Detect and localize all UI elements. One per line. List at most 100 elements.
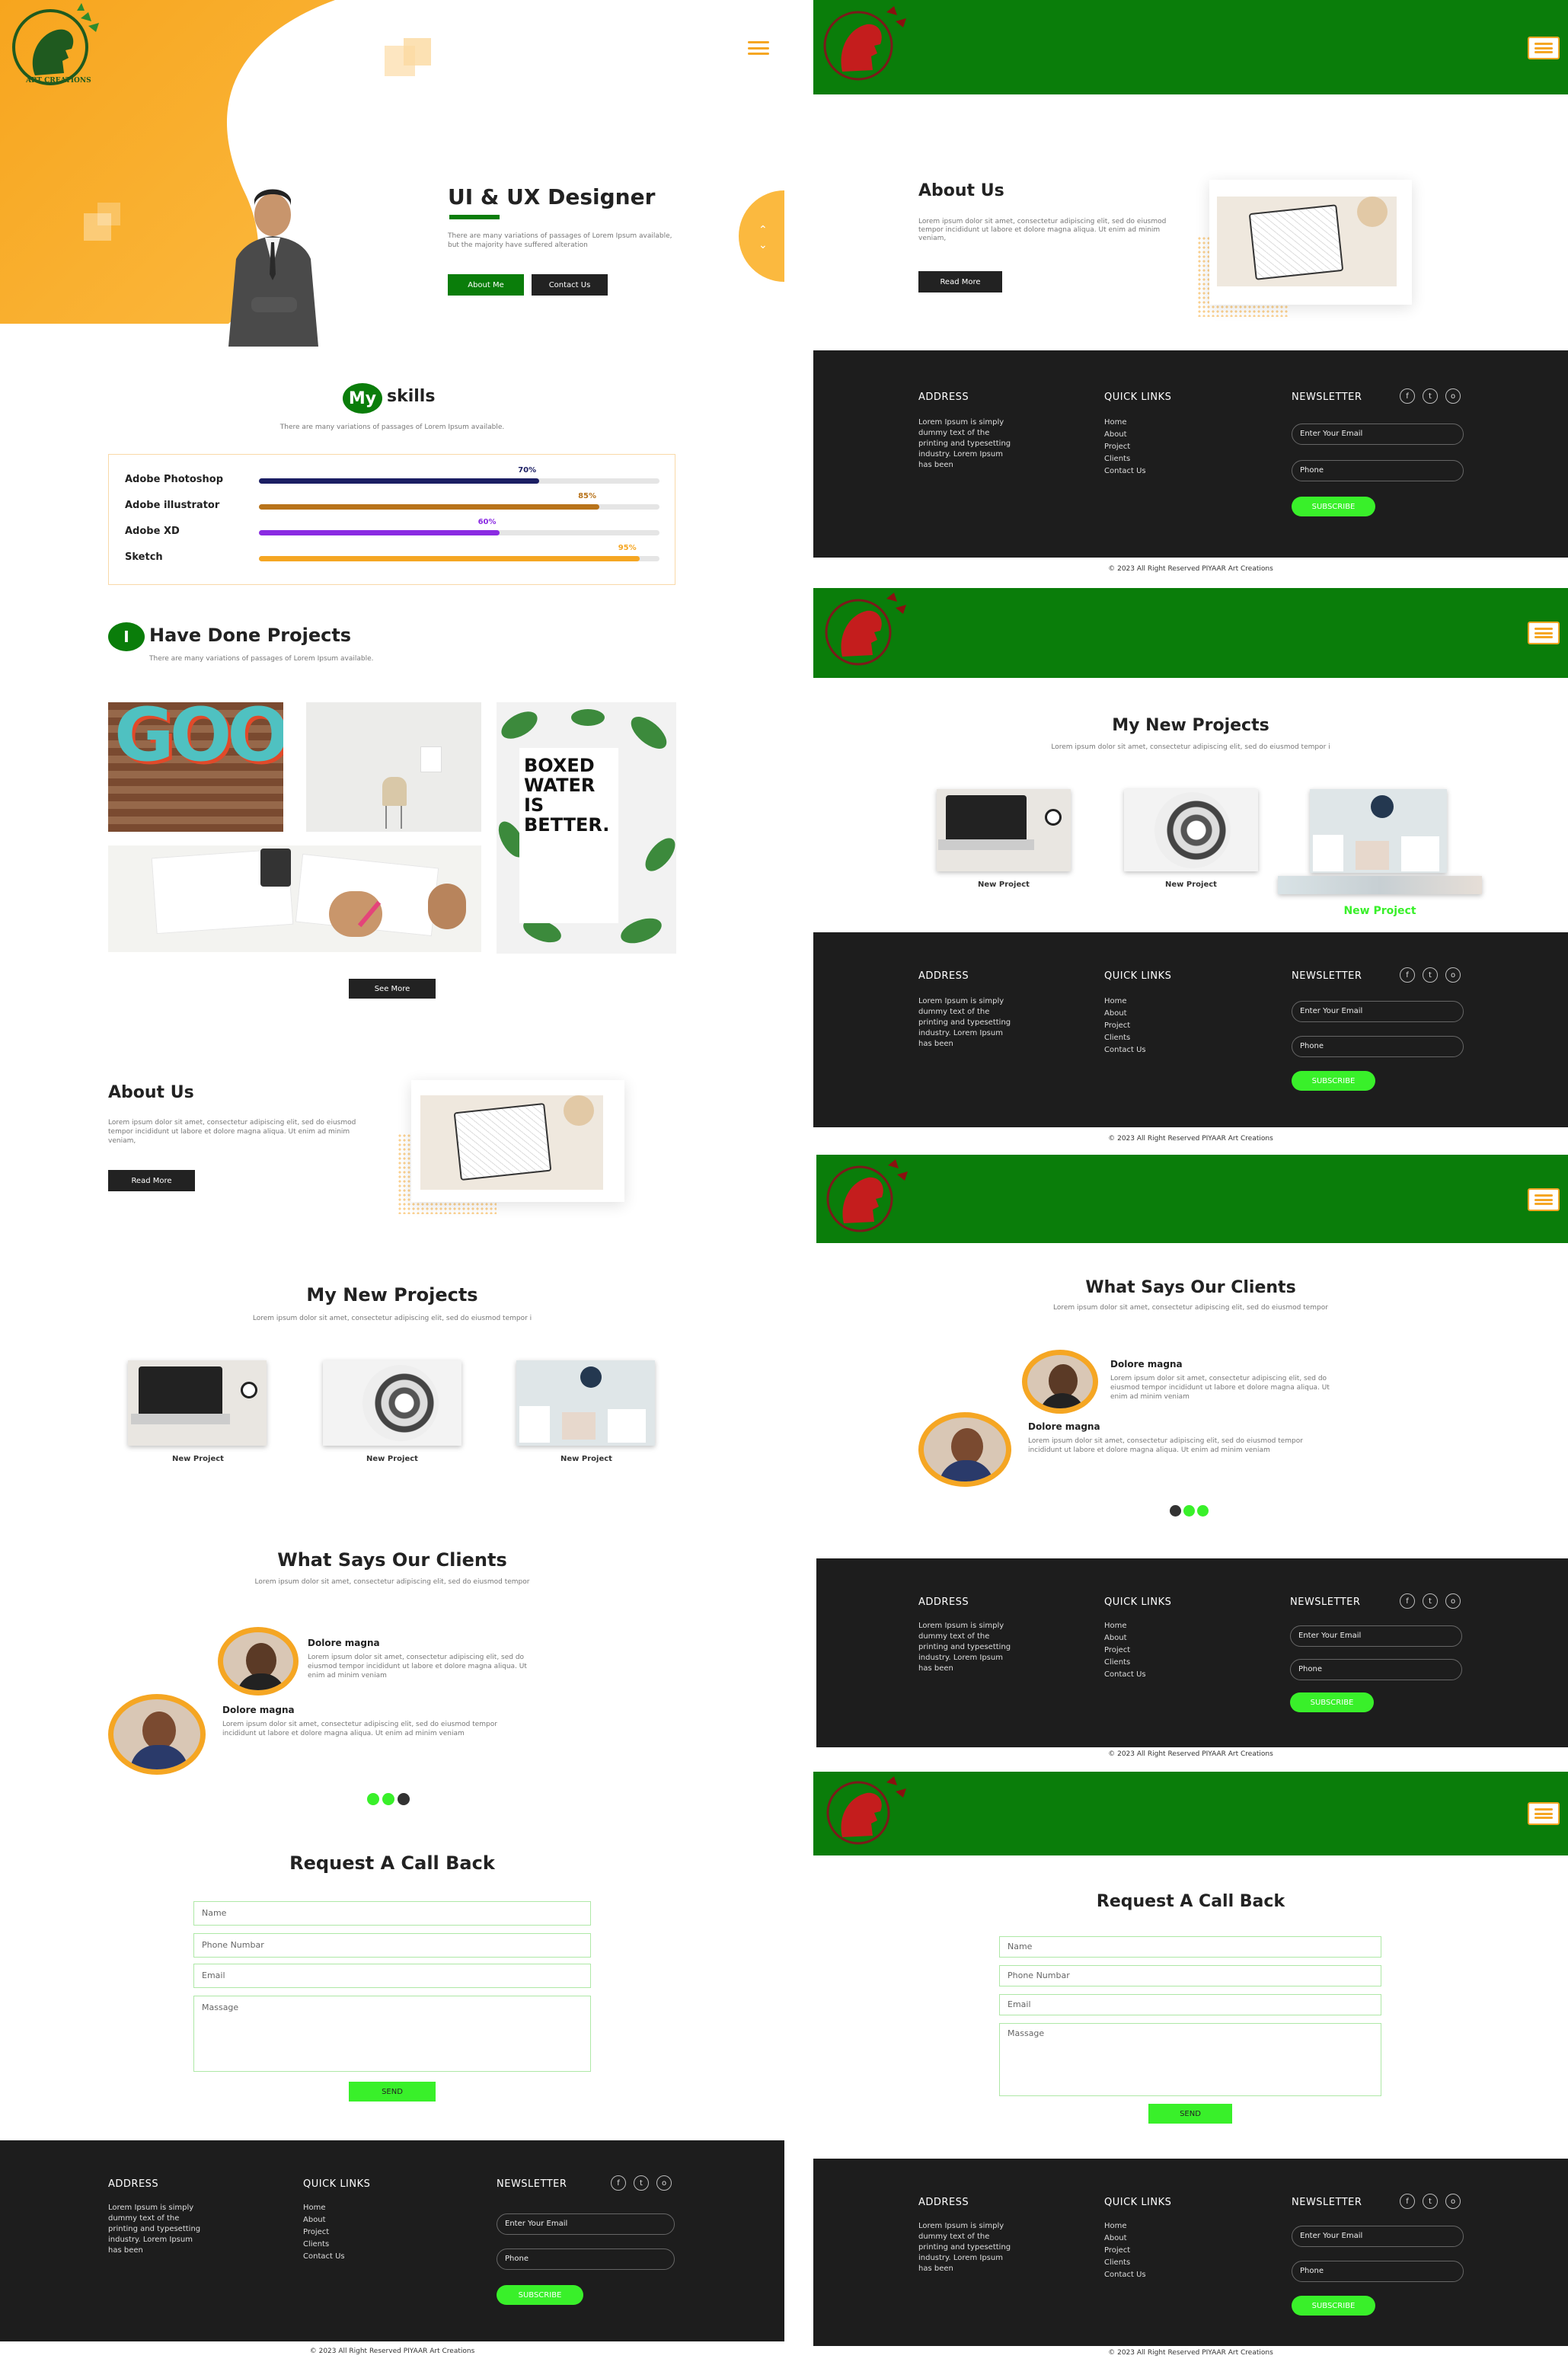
footer-link-about[interactable]: About: [1104, 1008, 1127, 1019]
footer-link-contact[interactable]: Contact Us: [303, 2252, 345, 2262]
newsletter-email-input[interactable]: Enter Your Email: [1292, 2226, 1464, 2247]
twitter-icon[interactable]: t: [1423, 967, 1438, 983]
twitter-icon[interactable]: t: [1423, 2194, 1438, 2209]
email-field[interactable]: Email: [999, 1994, 1381, 2015]
instagram-icon[interactable]: o: [1445, 388, 1461, 404]
footer-link-about[interactable]: About: [1104, 2233, 1127, 2244]
newsletter-phone-input[interactable]: Phone: [1292, 2261, 1464, 2282]
carousel-dot[interactable]: [1197, 1505, 1209, 1517]
footer-link-contact[interactable]: Contact Us: [1104, 1670, 1146, 1680]
footer-link-contact[interactable]: Contact Us: [1104, 466, 1146, 477]
phone-field[interactable]: Phone Numbar: [193, 1933, 591, 1958]
subscribe-button[interactable]: SUBSCRIBE: [1290, 1692, 1374, 1712]
subscribe-button[interactable]: SUBSCRIBE: [497, 2285, 583, 2305]
message-field[interactable]: Massage: [193, 1996, 591, 2072]
footer-link-home[interactable]: Home: [1104, 2221, 1127, 2232]
project-thumb-office[interactable]: [1310, 789, 1447, 873]
name-field[interactable]: Name: [193, 1901, 591, 1926]
see-more-button[interactable]: See More: [349, 979, 436, 999]
facebook-icon[interactable]: f: [1400, 388, 1415, 404]
scroll-control[interactable]: [739, 190, 784, 282]
menu-icon[interactable]: [1528, 37, 1560, 59]
subscribe-button[interactable]: SUBSCRIBE: [1292, 2296, 1375, 2316]
newsletter-phone-input[interactable]: Phone: [497, 2249, 675, 2270]
project-thumb-office[interactable]: [516, 1360, 655, 1446]
footer-link-home[interactable]: Home: [1104, 1621, 1127, 1632]
facebook-icon[interactable]: f: [1400, 2194, 1415, 2209]
project-thumb-spiral[interactable]: [1124, 789, 1258, 871]
footer-link-project[interactable]: Project: [1104, 1645, 1130, 1656]
email-field[interactable]: Email: [193, 1964, 591, 1988]
facebook-icon[interactable]: f: [1400, 967, 1415, 983]
project-thumb-laptop[interactable]: [128, 1360, 267, 1446]
contact-us-button[interactable]: Contact Us: [532, 274, 608, 296]
menu-icon[interactable]: [1528, 622, 1560, 644]
footer-link-home[interactable]: Home: [1104, 417, 1127, 428]
gallery-image-good[interactable]: GOOD: [108, 702, 283, 832]
twitter-icon[interactable]: t: [1423, 388, 1438, 404]
footer-link-contact[interactable]: Contact Us: [1104, 2270, 1146, 2280]
instagram-icon[interactable]: o: [1445, 2194, 1461, 2209]
phone-field[interactable]: Phone Numbar: [999, 1965, 1381, 1986]
footer-link-about[interactable]: About: [1104, 1633, 1127, 1644]
footer-link-about[interactable]: About: [1104, 430, 1127, 440]
gallery-image-boxed-water[interactable]: BOXED WATER IS BETTER.: [497, 702, 676, 954]
newsletter-email-input[interactable]: Enter Your Email: [1292, 423, 1464, 445]
footer-link-home[interactable]: Home: [1104, 996, 1127, 1007]
footer-link-home[interactable]: Home: [303, 2203, 326, 2213]
logo-icon[interactable]: [818, 1156, 925, 1242]
twitter-icon[interactable]: t: [1423, 1593, 1438, 1609]
footer-link-project[interactable]: Project: [1104, 442, 1130, 452]
instagram-icon[interactable]: o: [1445, 967, 1461, 983]
subscribe-button[interactable]: SUBSCRIBE: [1292, 497, 1375, 516]
name-field[interactable]: Name: [999, 1936, 1381, 1958]
footer-link-clients[interactable]: Clients: [303, 2239, 329, 2250]
menu-icon[interactable]: [1528, 1802, 1560, 1825]
facebook-icon[interactable]: f: [611, 2175, 626, 2191]
read-more-button[interactable]: Read More: [918, 271, 1002, 292]
newsletter-phone-input[interactable]: Phone: [1292, 1036, 1464, 1057]
menu-icon[interactable]: [1528, 1188, 1560, 1211]
footer-link-clients[interactable]: Clients: [1104, 1657, 1130, 1668]
logo-icon[interactable]: [816, 2, 923, 93]
menu-icon[interactable]: [748, 41, 769, 55]
carousel-dot[interactable]: [1170, 1505, 1181, 1517]
newsletter-phone-input[interactable]: Phone: [1290, 1659, 1462, 1680]
carousel-dot[interactable]: [382, 1793, 394, 1805]
logo-icon[interactable]: [816, 590, 923, 676]
footer-link-project[interactable]: Project: [1104, 1021, 1130, 1031]
project-thumb-laptop[interactable]: [937, 789, 1071, 871]
instagram-icon[interactable]: o: [1445, 1593, 1461, 1609]
footer-link-clients[interactable]: Clients: [1104, 1033, 1130, 1044]
twitter-icon[interactable]: t: [634, 2175, 649, 2191]
instagram-icon[interactable]: o: [656, 2175, 672, 2191]
carousel-dot[interactable]: [367, 1793, 379, 1805]
chevron-up-icon[interactable]: ⌃: [758, 225, 768, 235]
footer-link-contact[interactable]: Contact Us: [1104, 1045, 1146, 1056]
chevron-down-icon[interactable]: ⌄: [758, 240, 768, 251]
carousel-dots[interactable]: [367, 1793, 410, 1805]
project-label-active[interactable]: New Project: [1278, 905, 1482, 917]
carousel-dots[interactable]: [1170, 1505, 1209, 1517]
logo-icon[interactable]: [816, 1773, 923, 1854]
footer-link-project[interactable]: Project: [1104, 2245, 1130, 2256]
carousel-dot[interactable]: [398, 1793, 410, 1805]
newsletter-email-input[interactable]: Enter Your Email: [1290, 1625, 1462, 1647]
send-button[interactable]: SEND: [1148, 2104, 1232, 2124]
carousel-dot[interactable]: [1183, 1505, 1195, 1517]
footer-link-clients[interactable]: Clients: [1104, 454, 1130, 465]
logo[interactable]: ART CREATIONS: [5, 3, 111, 87]
project-thumb-spiral[interactable]: [323, 1360, 461, 1446]
send-button[interactable]: SEND: [349, 2082, 436, 2102]
gallery-image-sketching[interactable]: [108, 845, 481, 952]
read-more-button[interactable]: Read More: [108, 1170, 195, 1191]
subscribe-button[interactable]: SUBSCRIBE: [1292, 1071, 1375, 1091]
gallery-image-desk[interactable]: [306, 702, 481, 832]
facebook-icon[interactable]: f: [1400, 1593, 1415, 1609]
footer-link-project[interactable]: Project: [303, 2227, 329, 2238]
footer-link-clients[interactable]: Clients: [1104, 2258, 1130, 2268]
footer-link-about[interactable]: About: [303, 2215, 326, 2226]
newsletter-email-input[interactable]: Enter Your Email: [1292, 1001, 1464, 1022]
newsletter-email-input[interactable]: Enter Your Email: [497, 2213, 675, 2235]
about-me-button[interactable]: About Me: [448, 274, 524, 296]
